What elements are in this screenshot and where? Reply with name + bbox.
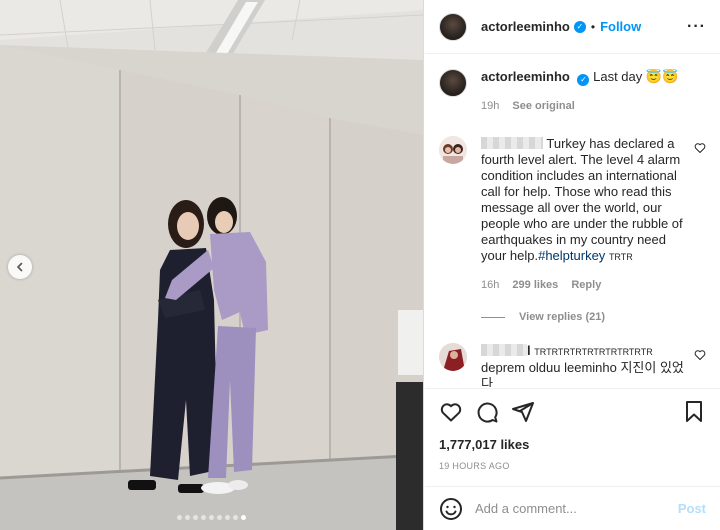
photo-scene [0,0,423,530]
bookmark-icon[interactable] [682,400,706,424]
carousel-indicator [0,515,423,520]
post-comment-button[interactable]: Post [678,501,706,516]
verified-badge-icon: ✓ [573,20,586,33]
carousel-dot [217,515,222,520]
add-comment-bar: Post [425,486,720,530]
caption-avatar[interactable] [439,69,467,97]
carousel-dot [241,515,246,520]
likes-count[interactable]: 1,777,017 likes [439,437,706,452]
post-side-panel: actorleeminho ✓ • Follow ··· actorleemin… [425,0,720,530]
author-username[interactable]: actorleeminho [481,19,570,34]
replies-divider [481,316,505,318]
carousel-dot [177,515,182,520]
carousel-dot [185,515,190,520]
heart-icon[interactable] [694,349,706,361]
share-icon[interactable] [511,400,535,424]
comment-text: Turkey has declared a fourth level alert… [481,136,683,263]
view-replies-button[interactable]: View replies (21) [481,311,706,323]
carousel-dot [209,515,214,520]
comment-input[interactable] [475,501,678,516]
comment-suffix: TRTR [608,252,633,262]
comment-text: deprem olduu leeminho 지진이 있었다 [481,360,684,387]
commenter-avatar[interactable] [439,136,467,164]
comment-time[interactable]: 16h [481,279,499,291]
post-photo[interactable] [0,0,424,530]
follow-button[interactable]: Follow [600,19,641,34]
header-separator: • [590,19,596,34]
comment-icon[interactable] [475,400,499,424]
previous-slide-button[interactable] [8,255,32,279]
caption-text: Last day 😇😇 [593,69,679,84]
comments-list[interactable]: actorleeminho ✓ Last day 😇😇 19h See orig… [425,55,720,387]
commenter-avatar[interactable] [439,343,467,371]
heart-icon[interactable] [694,142,706,154]
post-header: actorleeminho ✓ • Follow ··· [425,0,720,54]
post-caption: actorleeminho ✓ Last day 😇😇 19h See orig… [439,69,706,114]
comment-tag: TRTRTRTRTRTRTRTRTRTR [534,347,653,357]
redacted-username[interactable] [481,344,527,356]
author-avatar[interactable] [439,12,467,41]
view-replies-label: View replies (21) [519,311,606,323]
carousel-dot [233,515,238,520]
caption-time[interactable]: 19h [481,100,499,112]
redacted-username[interactable] [481,137,543,149]
comment-username-suffix[interactable]: l [527,343,531,358]
comment-item: Turkey has declared a fourth level alert… [439,136,706,293]
carousel-dot [225,515,230,520]
comment-item: l TRTRTRTRTRTRTRTRTRTR deprem olduu leem… [439,343,706,387]
caption-username[interactable]: actorleeminho [481,69,570,84]
carousel-dot [193,515,198,520]
verified-badge-icon: ✓ [577,74,590,86]
post-time[interactable]: 19 HOURS AGO [439,461,706,471]
carousel-dot [201,515,206,520]
more-options-icon[interactable]: ··· [687,18,706,36]
comment-likes[interactable]: 299 likes [512,279,558,291]
emoji-icon[interactable] [439,497,463,521]
chevron-left-icon [16,262,23,272]
post-actions: 1,777,017 likes 19 HOURS AGO [425,388,720,471]
hashtag-link[interactable]: #helpturkey [538,248,605,263]
reply-button[interactable]: Reply [571,279,601,291]
see-original-button[interactable]: See original [512,100,574,112]
like-icon[interactable] [439,400,463,424]
